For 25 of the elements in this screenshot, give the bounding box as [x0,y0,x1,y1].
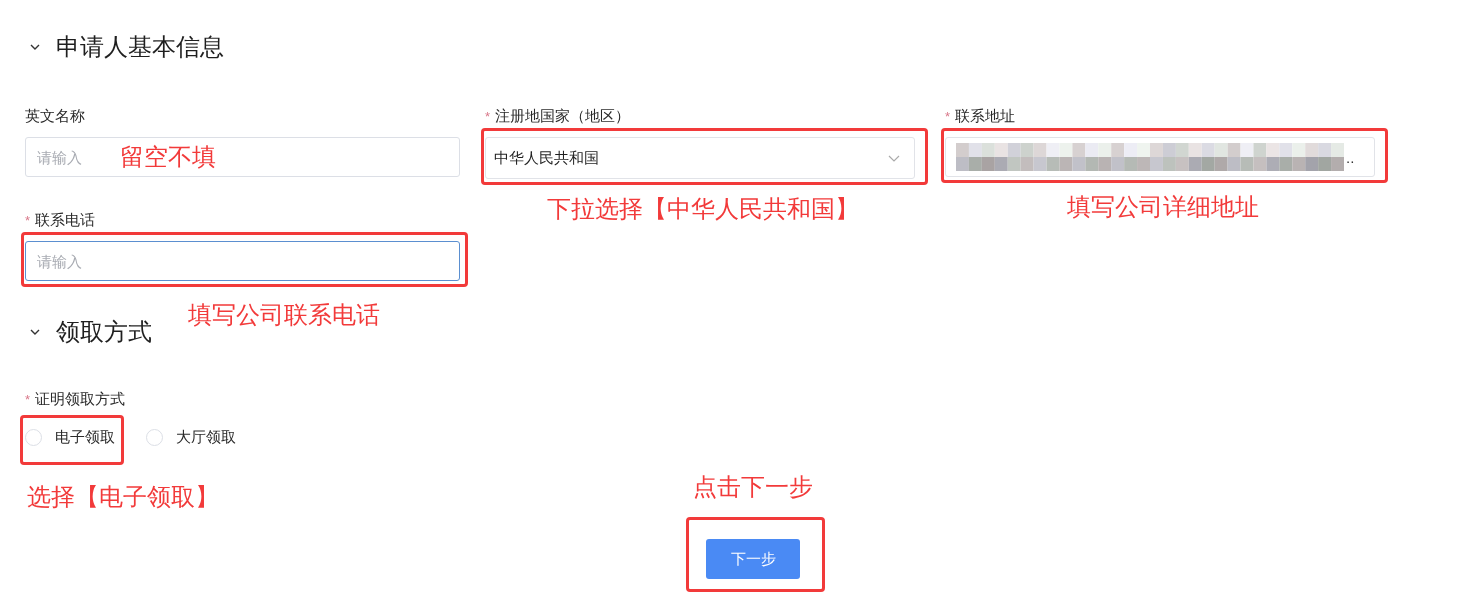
chevron-down-icon[interactable] [30,44,40,50]
section-title: 申请人基本信息 [56,32,224,62]
annotation-note: 点击下一步 [693,473,813,501]
annotation-note: 选择【电子领取】 [27,483,219,511]
annotation-note: 填写公司详细地址 [1066,193,1259,221]
section-title: 领取方式 [56,317,152,347]
annotation-note: 填写公司联系电话 [188,301,380,329]
field-label: 注册地国家（地区） [495,106,631,126]
required-mark: * [485,108,491,124]
field-label: 证明领取方式 [35,389,126,409]
field-label: 联系电话 [35,210,96,230]
address-input-field[interactable]: .. [945,137,1375,177]
field-label: 英文名称 [25,106,85,126]
chevron-down-icon[interactable] [30,329,40,335]
country-select[interactable]: 中华人民共和国 [485,137,915,179]
required-mark: * [945,108,951,124]
required-mark: * [25,212,31,228]
annotation-note: 留空不填 [120,143,216,171]
text-input-field[interactable]: 请输入 [25,241,460,281]
required-mark: * [25,391,31,407]
radio-option[interactable]: 大厅领取 [146,427,236,447]
field-label: 联系地址 [955,106,1016,126]
caret-icon [888,154,900,162]
radio-option[interactable]: 电子领取 [25,427,115,447]
annotation-note: 下拉选择【中华人民共和国】 [546,195,859,223]
